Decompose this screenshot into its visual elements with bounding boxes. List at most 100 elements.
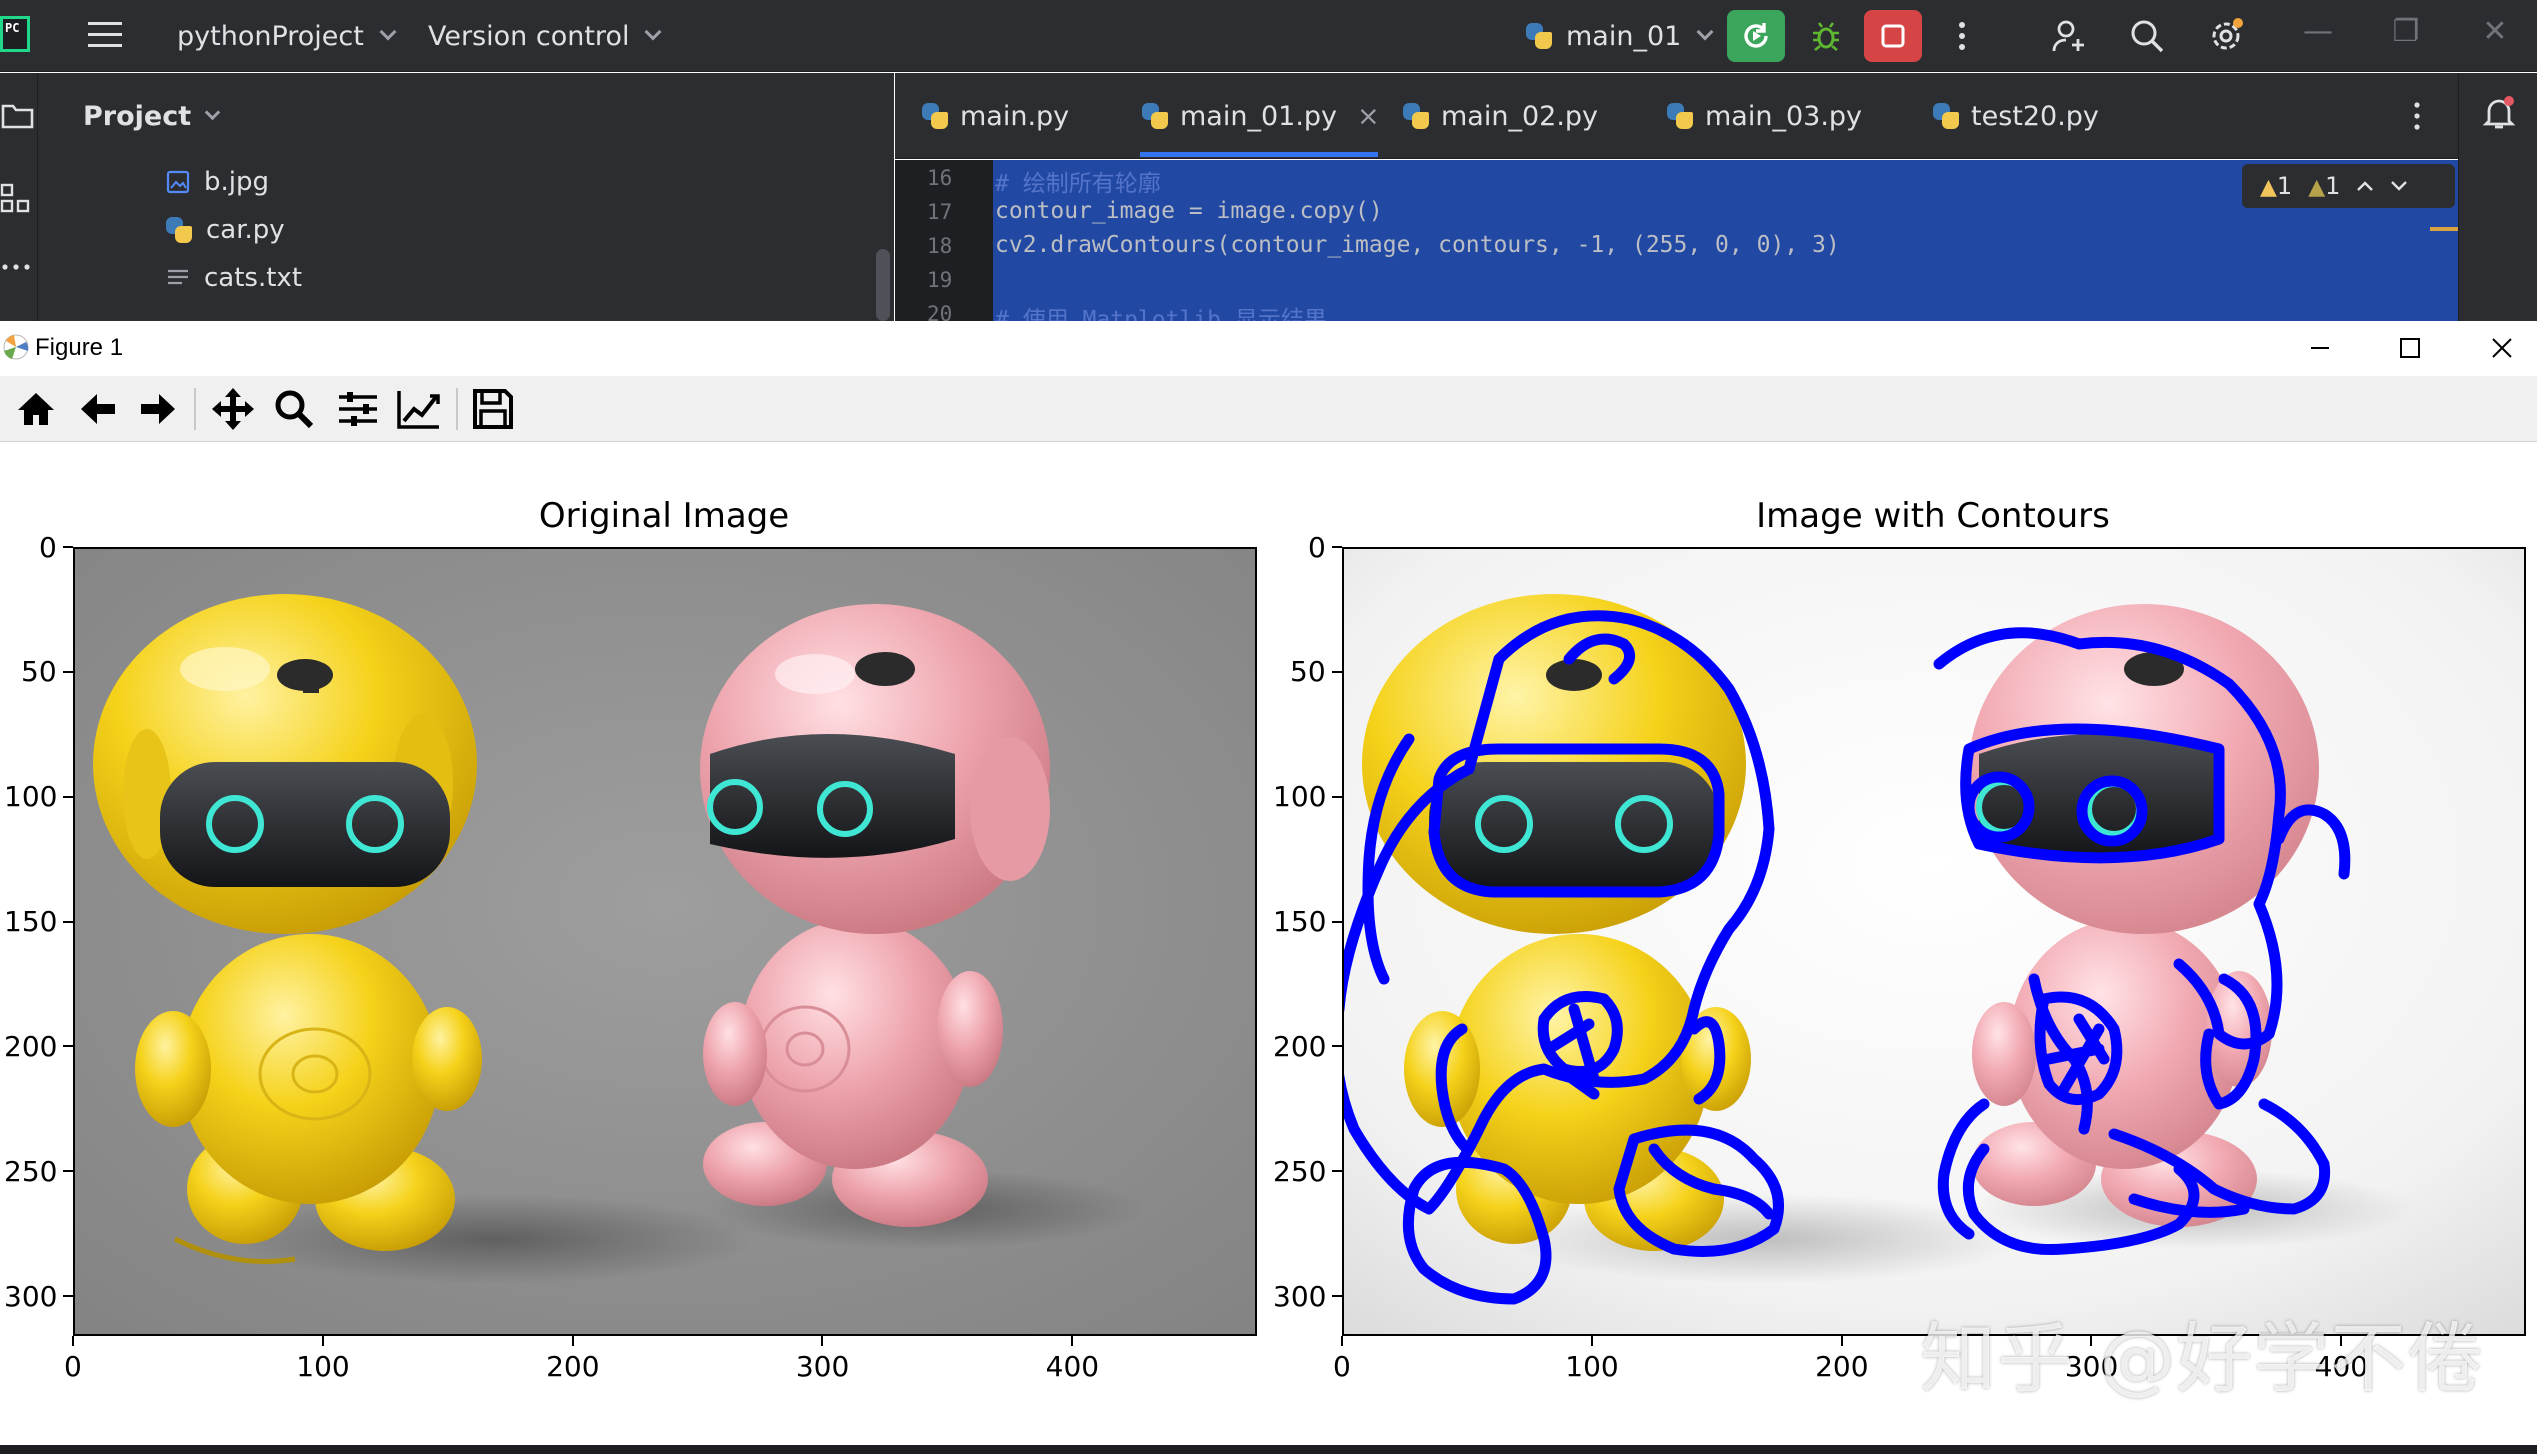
toolbar-separator xyxy=(456,388,458,430)
settings-button[interactable] xyxy=(2197,10,2255,62)
tab-more-icon[interactable] xyxy=(2412,100,2422,132)
search-everywhere-button[interactable] xyxy=(2118,10,2176,62)
code-editor[interactable]: 16 17 18 19 20 # 绘制所有轮廓 contour_image = … xyxy=(895,160,2458,333)
inspection-widget[interactable]: ▲1 ▲1 xyxy=(2242,164,2455,208)
tree-item-car-py[interactable]: car.py xyxy=(166,215,285,245)
line-number: 16 xyxy=(927,166,953,190)
debug-button[interactable] xyxy=(1797,10,1855,62)
x-tick-mark xyxy=(821,1336,824,1346)
y-tick-label: 0 xyxy=(39,530,57,564)
line-number: 19 xyxy=(927,268,953,292)
tab-label: test20.py xyxy=(1971,100,2099,132)
ide-restore-icon[interactable]: ❐ xyxy=(2384,14,2428,49)
subplot-title: Original Image xyxy=(538,496,790,536)
x-tick-label: 100 xyxy=(296,1350,350,1383)
x-tick-label: 200 xyxy=(546,1350,600,1383)
notifications-strip xyxy=(2458,73,2537,321)
run-config-selector[interactable]: main_01 xyxy=(1526,0,1714,72)
notification-bell-icon[interactable] xyxy=(2479,93,2519,133)
save-button[interactable] xyxy=(467,383,519,435)
warning-count: ▲1 xyxy=(2260,172,2293,200)
python-file-icon xyxy=(922,103,948,129)
y-tick-label: 250 xyxy=(1273,1154,1327,1188)
code-line: contour_image = image.copy() xyxy=(995,198,1383,224)
back-icon xyxy=(81,394,115,424)
x-tick-label: 300 xyxy=(795,1350,850,1383)
pycharm-logo-icon[interactable]: PC xyxy=(0,16,30,52)
pan-button[interactable] xyxy=(207,383,259,435)
edit-axes-button[interactable] xyxy=(393,383,445,435)
tab-main-py[interactable]: main.py xyxy=(922,73,1069,159)
project-scrollbar[interactable] xyxy=(876,249,890,321)
ide-minimize-icon[interactable]: — xyxy=(2296,14,2340,49)
project-selector[interactable]: pythonProject xyxy=(177,0,397,72)
more-vertical-icon xyxy=(1959,22,1965,50)
zoom-button[interactable] xyxy=(268,383,320,435)
y-tick-mark xyxy=(1332,920,1342,923)
minimize-icon xyxy=(2311,347,2329,349)
main-menu-icon[interactable] xyxy=(88,22,122,50)
y-tick-mark xyxy=(1332,670,1342,673)
error-stripe-mark[interactable] xyxy=(2430,227,2458,231)
y-tick-mark xyxy=(63,1295,73,1298)
search-icon xyxy=(2131,20,2164,53)
y-tick-label: 150 xyxy=(1273,905,1327,939)
x-tick-label: 400 xyxy=(1045,1350,1100,1383)
code-with-me-button[interactable] xyxy=(2040,10,2098,62)
more-actions-button[interactable] xyxy=(1933,10,1991,62)
configure-subplots-icon xyxy=(339,392,377,426)
figure-navigation-toolbar xyxy=(0,376,2537,442)
rerun-button[interactable] xyxy=(1727,10,1785,62)
stop-button[interactable] xyxy=(1864,10,1922,62)
folder-icon[interactable] xyxy=(0,101,36,131)
chevron-up-icon[interactable] xyxy=(2356,180,2374,192)
figure-titlebar: Figure 1 xyxy=(0,321,2537,376)
close-icon xyxy=(2492,338,2512,358)
python-file-icon xyxy=(166,217,192,243)
tool-window-strip xyxy=(0,73,38,321)
python-file-icon xyxy=(1526,23,1552,49)
tab-main-02-py[interactable]: main_02.py xyxy=(1403,73,1598,159)
project-panel-header[interactable]: Project xyxy=(83,101,221,132)
figure-minimize-button[interactable] xyxy=(2290,327,2350,369)
vcs-selector[interactable]: Version control xyxy=(428,0,662,72)
y-tick-mark xyxy=(63,1170,73,1173)
axes-contours-image[interactable] xyxy=(1342,547,2526,1336)
y-tick-label: 50 xyxy=(21,655,57,689)
chevron-down-icon[interactable] xyxy=(2390,180,2408,192)
python-file-icon xyxy=(1142,103,1168,129)
toolbar-separator xyxy=(194,388,196,430)
configure-subplots-button[interactable] xyxy=(332,383,384,435)
x-tick-mark xyxy=(571,1336,574,1346)
weak-warning-count: ▲1 xyxy=(2308,172,2341,200)
figure-maximize-button[interactable] xyxy=(2380,327,2440,369)
weak-warning-icon: ▲ xyxy=(2308,175,2326,200)
bug-icon xyxy=(1813,22,1839,52)
axes-original-image[interactable] xyxy=(73,547,1257,1336)
tab-main-03-py[interactable]: main_03.py xyxy=(1667,73,1862,159)
forward-button[interactable] xyxy=(132,383,184,435)
text-file-icon xyxy=(168,269,188,285)
tree-item-b-jpg[interactable]: b.jpg xyxy=(166,167,269,197)
tab-label: main_01.py xyxy=(1180,100,1338,132)
back-button[interactable] xyxy=(72,383,124,435)
more-horizontal-icon[interactable] xyxy=(0,261,36,273)
y-tick-label: 250 xyxy=(4,1154,58,1188)
tree-item-cats-txt[interactable]: cats.txt xyxy=(166,263,302,293)
y-tick-label: 300 xyxy=(1273,1279,1327,1313)
ide-close-icon[interactable]: ✕ xyxy=(2473,14,2517,49)
warning-icon: ▲ xyxy=(2260,175,2277,200)
tab-close-icon[interactable]: × xyxy=(1357,101,1380,132)
python-file-icon xyxy=(1403,103,1429,129)
x-tick-mark xyxy=(1071,1336,1074,1346)
x-tick-mark xyxy=(72,1336,74,1346)
tab-test20-py[interactable]: test20.py xyxy=(1933,73,2099,159)
home-button[interactable] xyxy=(10,383,62,435)
structure-icon[interactable] xyxy=(0,181,36,217)
tab-label: main_02.py xyxy=(1441,100,1599,132)
y-tick-mark xyxy=(1332,546,1342,548)
tab-label: main.py xyxy=(960,100,1070,132)
figure-close-button[interactable] xyxy=(2472,327,2532,369)
y-tick-mark xyxy=(1332,1045,1342,1048)
tab-main-01-py[interactable]: main_01.py × xyxy=(1142,73,1380,159)
